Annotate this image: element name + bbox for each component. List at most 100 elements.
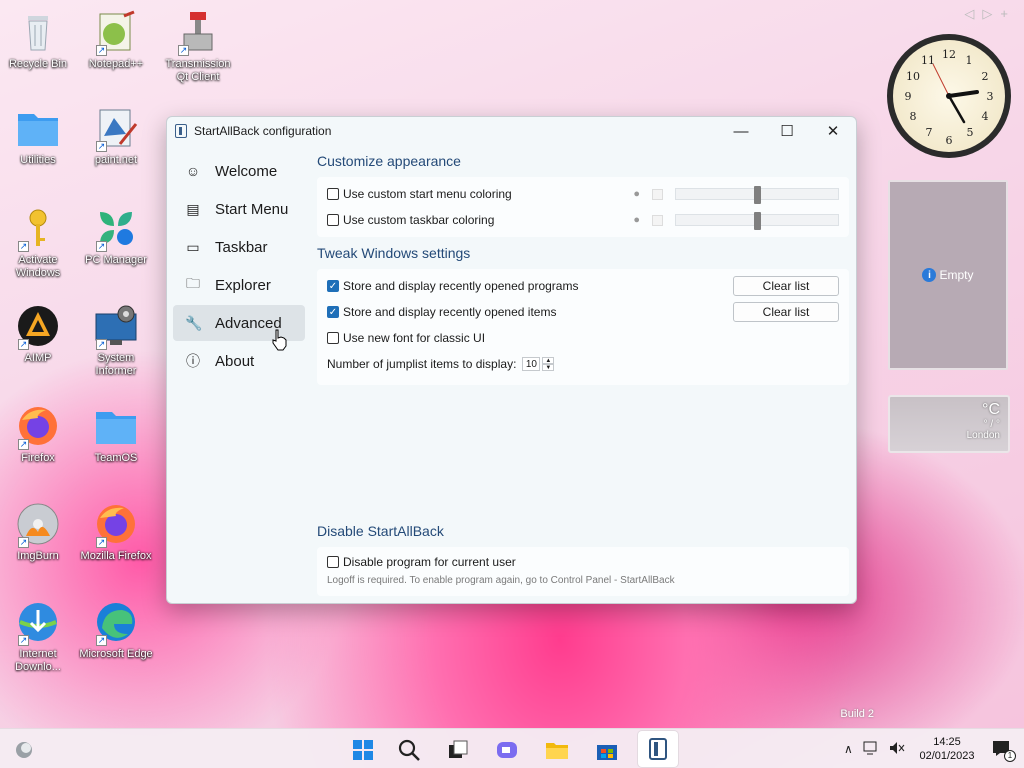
windows-build-watermark: Build 2 bbox=[840, 708, 874, 720]
stepper-down-icon[interactable]: ▼ bbox=[542, 364, 555, 371]
notification-count: 1 bbox=[1004, 749, 1016, 762]
notification-icon[interactable]: 1 bbox=[992, 740, 1016, 762]
desktop-icon-notepadpp[interactable]: ↗ Notepad++ bbox=[78, 10, 154, 71]
empty-gadget[interactable]: i Empty bbox=[888, 180, 1008, 370]
start-button[interactable] bbox=[348, 735, 378, 765]
desktop-icon-paintnet[interactable]: ↗ paint.net bbox=[78, 106, 154, 167]
sidebar-item-taskbar[interactable]: ▭ Taskbar bbox=[173, 229, 305, 265]
taskbar-coloring-label: Use custom taskbar coloring bbox=[343, 213, 495, 227]
paintnet-icon: ↗ bbox=[94, 106, 138, 152]
desktop-icon-pc-manager[interactable]: ↗ PC Manager bbox=[78, 206, 154, 267]
desktop-icon-aimp[interactable]: ↗ AIMP bbox=[0, 304, 76, 365]
maximize-button[interactable]: ☐ bbox=[764, 117, 810, 145]
wrench-icon: 🔧 bbox=[185, 314, 203, 331]
desktop-icon-label: Utilities bbox=[20, 154, 56, 166]
start-color-swatch[interactable] bbox=[652, 188, 663, 200]
slider-thumb[interactable] bbox=[754, 186, 761, 204]
notepad-plus-plus-icon: ↗ bbox=[94, 10, 138, 56]
search-icon[interactable] bbox=[394, 735, 424, 765]
desktop-icon-label: Notepad++ bbox=[88, 58, 144, 70]
jumplist-value[interactable]: 10 bbox=[522, 357, 541, 371]
new-font-checkbox[interactable] bbox=[327, 332, 339, 344]
desktop-icon-label: ImgBurn bbox=[17, 550, 59, 562]
taskbar-intensity-slider[interactable] bbox=[675, 212, 839, 230]
desktop-icon-recycle-bin[interactable]: Recycle Bin bbox=[0, 10, 76, 71]
disable-program-checkbox[interactable] bbox=[327, 556, 339, 568]
gadget-add-button[interactable]: + bbox=[1000, 6, 1016, 21]
widgets-icon[interactable] bbox=[8, 735, 40, 765]
title-bar[interactable]: StartAllBack configuration — ☐ ✕ bbox=[167, 117, 856, 145]
start-menu-icon: ▤ bbox=[186, 200, 200, 217]
disable-row: Disable program for current user bbox=[327, 551, 839, 573]
desktop-icon-idm[interactable]: ↗ Internet Downlo... bbox=[0, 600, 76, 674]
desktop-icon-label: PC Manager bbox=[85, 254, 147, 266]
gadget-nav: ◁▷+ bbox=[964, 6, 1016, 22]
desktop-icon-firefox[interactable]: ↗ Firefox bbox=[0, 404, 76, 465]
disable-note: Logoff is required. To enable program ag… bbox=[327, 575, 675, 586]
taskbar-color-swatch[interactable] bbox=[652, 214, 663, 226]
new-font-row: Use new font for classic UI bbox=[327, 325, 839, 351]
stepper-up-icon[interactable]: ▲ bbox=[542, 357, 555, 364]
slider-thumb[interactable] bbox=[754, 212, 761, 230]
svg-text:9: 9 bbox=[905, 90, 912, 103]
start-intensity-slider[interactable] bbox=[675, 186, 839, 204]
sidebar-item-welcome[interactable]: ☺ Welcome bbox=[173, 153, 305, 189]
minimize-button[interactable]: — bbox=[718, 117, 764, 145]
taskbar-date: 02/01/2023 bbox=[919, 750, 975, 762]
weather-temperature: °C bbox=[982, 401, 1000, 418]
sidebar-item-start-menu[interactable]: ▤ Start Menu bbox=[173, 191, 305, 227]
sidebar-item-explorer[interactable]: 🗀 Explorer bbox=[173, 267, 305, 303]
mouse-cursor-icon bbox=[272, 329, 287, 351]
gadget-prev-button[interactable]: ◁ bbox=[964, 6, 982, 21]
desktop-icon-utilities[interactable]: Utilities bbox=[0, 106, 76, 167]
desktop-icon-mozilla-firefox[interactable]: ↗ Mozilla Firefox bbox=[78, 502, 154, 563]
file-explorer-icon[interactable] bbox=[542, 735, 572, 765]
clear-programs-list-button[interactable]: Clear list bbox=[733, 276, 839, 296]
disable-program-label: Disable program for current user bbox=[343, 555, 516, 569]
recent-programs-checkbox[interactable]: ✓ bbox=[327, 280, 339, 292]
desktop-icon-transmission[interactable]: ↗ Transmission Qt Client bbox=[160, 10, 236, 84]
clock-gadget[interactable]: 12 1 2 345 678 9 10 11 bbox=[887, 34, 1011, 158]
internet-download-manager-icon: ↗ bbox=[16, 600, 60, 646]
jumplist-stepper[interactable]: 10 ▲ ▼ bbox=[522, 357, 555, 371]
smile-icon: ☺ bbox=[185, 163, 201, 179]
gadget-next-button[interactable]: ▷ bbox=[982, 6, 1000, 21]
chevron-up-icon[interactable]: ∧ bbox=[844, 742, 853, 756]
desktop-icon-teamos[interactable]: TeamOS bbox=[78, 404, 154, 465]
clear-items-list-button[interactable]: Clear list bbox=[733, 302, 839, 322]
sidebar-item-label: Start Menu bbox=[215, 200, 289, 218]
svg-text:11: 11 bbox=[921, 54, 935, 67]
desktop-icon-activate-windows[interactable]: ↗ Activate Windows bbox=[0, 206, 76, 280]
weather-range: ° / ° bbox=[983, 419, 1000, 430]
startallback-taskbar-icon[interactable] bbox=[638, 731, 678, 767]
start-coloring-checkbox[interactable] bbox=[327, 188, 339, 200]
color-drop-icon: ● bbox=[633, 188, 640, 200]
folder-icon bbox=[16, 106, 60, 150]
customize-card: Use custom start menu coloring ● Use cus… bbox=[317, 177, 849, 237]
desktop-icon-label: Transmission Qt Client bbox=[165, 58, 231, 83]
recent-items-checkbox[interactable]: ✓ bbox=[327, 306, 339, 318]
network-icon[interactable] bbox=[863, 741, 879, 758]
desktop-icon-label: System Informer bbox=[95, 352, 137, 377]
task-view-icon[interactable] bbox=[443, 735, 473, 765]
section-title-disable: Disable StartAllBack bbox=[317, 523, 444, 539]
microsoft-store-icon[interactable] bbox=[592, 735, 622, 765]
desktop-icon-system-informer[interactable]: ↗ System Informer bbox=[78, 304, 154, 378]
pc-manager-icon: ↗ bbox=[94, 206, 138, 252]
desktop-icon-label: Internet Downlo... bbox=[15, 648, 61, 673]
firefox-icon: ↗ bbox=[16, 404, 60, 450]
svg-text:7: 7 bbox=[926, 126, 933, 139]
speaker-muted-icon[interactable] bbox=[889, 741, 905, 758]
taskbar-icon: ▭ bbox=[186, 238, 200, 255]
desktop-icon-imgburn[interactable]: ↗ ImgBurn bbox=[0, 502, 76, 563]
info-icon: ⓘ bbox=[186, 353, 200, 369]
teams-chat-icon[interactable] bbox=[492, 735, 522, 765]
close-button[interactable]: ✕ bbox=[810, 117, 856, 145]
weather-gadget[interactable]: °C ° / ° London bbox=[888, 395, 1010, 453]
taskbar-coloring-checkbox[interactable] bbox=[327, 214, 339, 226]
system-informer-icon: ↗ bbox=[94, 304, 138, 350]
desktop-icon-edge[interactable]: ↗ Microsoft Edge bbox=[78, 600, 154, 661]
notification-center[interactable]: 1 bbox=[992, 729, 1016, 768]
taskbar-clock[interactable]: 14:25 02/01/2023 bbox=[918, 735, 976, 763]
